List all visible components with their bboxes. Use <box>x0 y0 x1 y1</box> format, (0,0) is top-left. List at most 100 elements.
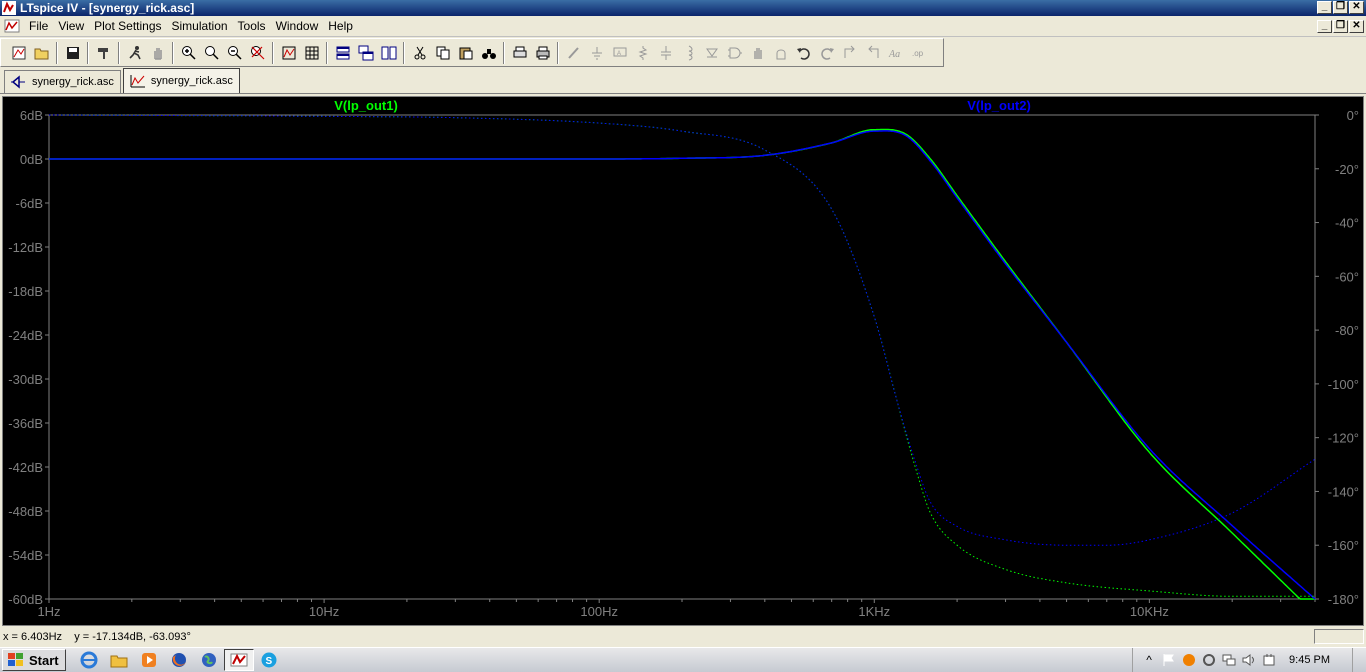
start-label: Start <box>29 652 59 668</box>
tile-vertical-button[interactable] <box>377 42 400 64</box>
open-button[interactable] <box>30 42 53 64</box>
diode-button[interactable] <box>700 42 723 64</box>
taskbar-ie[interactable] <box>74 649 104 671</box>
zoom-pan-button[interactable] <box>200 42 223 64</box>
toolbar-separator <box>118 41 120 64</box>
volume-icon[interactable] <box>1239 651 1259 669</box>
zoom-fit-button[interactable] <box>246 42 269 64</box>
zoom-in-button[interactable] <box>177 42 200 64</box>
tab-waveform[interactable]: synergy_rick.asc <box>122 68 240 93</box>
schematic-icon <box>11 75 25 89</box>
printer-icon <box>536 46 549 59</box>
close-button[interactable]: ✕ <box>1349 1 1364 14</box>
label-net-button[interactable]: A <box>608 42 631 64</box>
capacitor-button[interactable] <box>654 42 677 64</box>
cut-button[interactable] <box>408 42 431 64</box>
text-button[interactable]: Aa <box>884 42 907 64</box>
y-right-tick-label: -100° <box>1328 377 1359 392</box>
menu-tools[interactable]: Tools <box>233 19 271 33</box>
phase-trace-2 <box>49 114 1316 546</box>
new-schematic-icon <box>12 46 25 59</box>
copy-icon <box>436 46 449 59</box>
new-schematic-button[interactable] <box>7 42 30 64</box>
menu-window[interactable]: Window <box>271 19 324 33</box>
run-button[interactable] <box>123 42 146 64</box>
spice-directive-button[interactable]: .op <box>907 42 930 64</box>
update-icon[interactable] <box>1199 651 1219 669</box>
zoom-in-icon <box>181 45 196 60</box>
y-right-tick-label: -140° <box>1328 484 1359 499</box>
find-button[interactable] <box>477 42 500 64</box>
doc-close-button[interactable]: ✕ <box>1349 20 1364 33</box>
minimize-button[interactable]: _ <box>1317 1 1332 14</box>
y-left-tick-label: -54dB <box>8 548 43 563</box>
inductor-button[interactable] <box>677 42 700 64</box>
menu-help[interactable]: Help <box>323 19 358 33</box>
status-bar: x = 6.403Hz y = -17.134dB, -63.093° <box>0 628 1366 646</box>
tab-schematic[interactable]: synergy_rick.asc <box>4 70 121 93</box>
waveform-icon <box>130 75 145 88</box>
taskbar-globe[interactable] <box>194 649 224 671</box>
waveform-doc-icon[interactable] <box>4 18 20 34</box>
halt-button[interactable] <box>146 42 169 64</box>
menu-view[interactable]: View <box>53 19 89 33</box>
action-center-flag-icon[interactable] <box>1159 651 1179 669</box>
print-button[interactable] <box>531 42 554 64</box>
menu-file[interactable]: File <box>24 19 53 33</box>
ground-button[interactable] <box>585 42 608 64</box>
tile-horizontal-button[interactable] <box>331 42 354 64</box>
doc-minimize-button[interactable]: _ <box>1317 20 1332 33</box>
autorange-button[interactable] <box>277 42 300 64</box>
show-desktop-button[interactable] <box>1352 648 1366 672</box>
menu-plot-settings[interactable]: Plot Settings <box>89 19 166 33</box>
taskbar-firefox[interactable] <box>164 649 194 671</box>
restore-button[interactable]: ❐ <box>1333 1 1348 14</box>
component-icon <box>727 47 742 58</box>
window-title: LTspice IV - [synergy_rick.asc] <box>20 1 195 15</box>
taskbar-ltspice[interactable] <box>223 649 254 671</box>
y-left-tick-label: -60dB <box>8 592 43 607</box>
paste-button[interactable] <box>454 42 477 64</box>
component-button[interactable] <box>723 42 746 64</box>
save-button[interactable] <box>61 42 84 64</box>
magnitude-trace-1 <box>49 128 1315 600</box>
clock[interactable]: 9:45 PM <box>1289 654 1330 666</box>
move-button[interactable] <box>746 42 769 64</box>
resistor-button[interactable] <box>631 42 654 64</box>
svg-text:A: A <box>617 51 621 57</box>
taskbar-explorer[interactable] <box>104 649 134 671</box>
start-button[interactable]: Start <box>2 649 66 671</box>
doc-restore-button[interactable]: ❐ <box>1333 20 1348 33</box>
show-hidden-icons-button[interactable]: ^ <box>1139 651 1159 669</box>
mark-text-button[interactable] <box>300 42 323 64</box>
zoom-out-button[interactable] <box>223 42 246 64</box>
taskbar-media-player[interactable] <box>134 649 164 671</box>
undo-button[interactable] <box>792 42 815 64</box>
copy-button[interactable] <box>431 42 454 64</box>
taskbar-skype[interactable]: S <box>254 649 284 671</box>
media-player-icon <box>141 653 156 667</box>
rotate-button[interactable] <box>838 42 861 64</box>
taskbar: Start S ^ 9:45 PM <box>0 647 1366 672</box>
print-setup-button[interactable] <box>508 42 531 64</box>
toolbar-separator <box>403 41 405 64</box>
drag-button[interactable] <box>769 42 792 64</box>
control-panel-button[interactable] <box>92 42 115 64</box>
avast-icon[interactable] <box>1179 651 1199 669</box>
draw-wire-button[interactable] <box>562 42 585 64</box>
bode-plot[interactable]: 1Hz 10Hz 100Hz 1KHz 10KHz 6dB0dB-6dB-12dB-18… <box>3 97 1365 627</box>
cascade-button[interactable] <box>354 42 377 64</box>
y-right-tick-label: -40° <box>1335 216 1359 231</box>
inductor-icon <box>688 45 692 60</box>
network-icon[interactable] <box>1219 651 1239 669</box>
redo-button[interactable] <box>815 42 838 64</box>
windows-logo-icon <box>8 653 23 666</box>
toolbar-separator <box>272 41 274 64</box>
waveform-plot-pane[interactable]: 1Hz 10Hz 100Hz 1KHz 10KHz 6dB 0dB -6dB -12dB -18… <box>2 96 1364 626</box>
rotate-icon <box>844 45 855 58</box>
power-icon[interactable] <box>1259 651 1279 669</box>
menu-simulation[interactable]: Simulation <box>167 19 233 33</box>
y-left-tick-label: -24dB <box>8 328 43 343</box>
spice-directive-icon: .op <box>912 49 924 58</box>
mirror-button[interactable] <box>861 42 884 64</box>
